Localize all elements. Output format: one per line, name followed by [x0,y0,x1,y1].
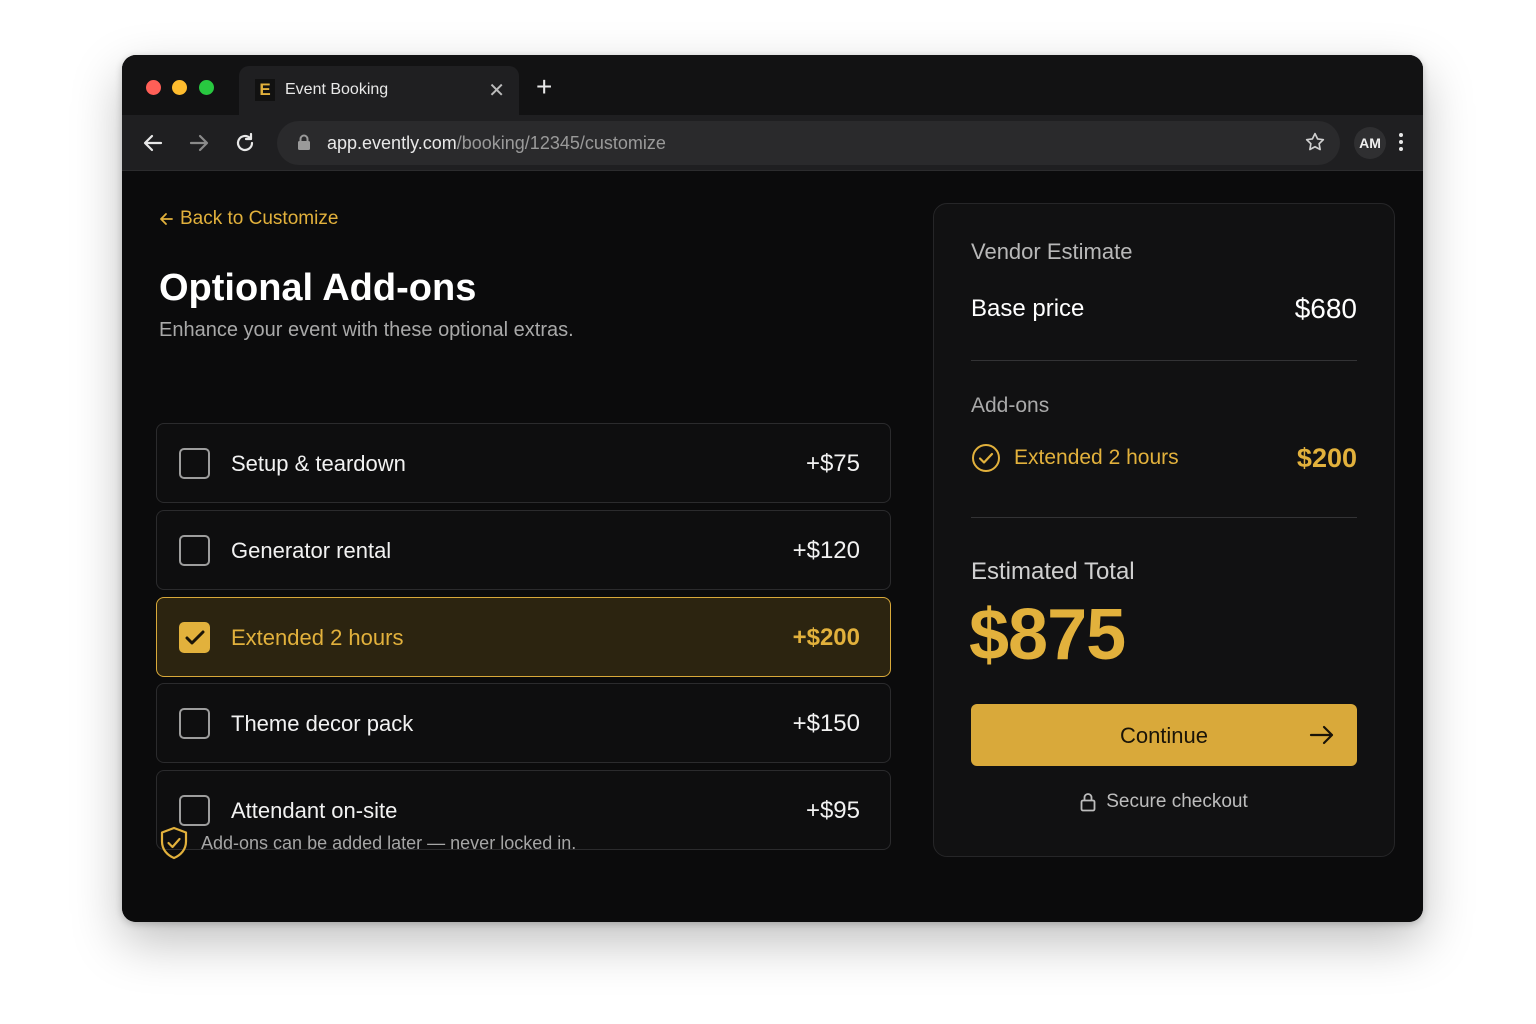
page-title: Optional Add-ons [159,267,477,309]
browser-tab[interactable]: E Event Booking ✕ [239,66,519,115]
addons-note: Add-ons can be added later — never locke… [159,826,576,860]
addon-price: +$150 [792,710,860,737]
selected-addon-label: Extended 2 hours [1014,446,1179,469]
selected-addon-value: $200 [1296,443,1357,473]
reload-icon[interactable] [231,129,259,157]
addon-option-extended-hours[interactable]: Extended 2 hours +$200 [156,597,891,677]
addon-label: Extended 2 hours [231,625,404,650]
back-link-label: Back to Customize [180,208,339,229]
url-text: app.evently.com/booking/12345/customize [327,133,666,154]
url-path: /booking/12345/customize [456,133,666,153]
addon-checkbox[interactable] [179,535,210,566]
addon-checkbox[interactable] [179,448,210,479]
profile-avatar[interactable]: AM [1354,127,1386,159]
addon-label: Generator rental [231,538,392,563]
page-subtitle: Enhance your event with these optional e… [159,319,574,341]
estimated-total-value: $875 [969,595,1126,675]
continue-button[interactable]: Continue [971,704,1357,766]
secure-checkout: Secure checkout [934,791,1394,813]
back-arrow-icon [160,213,173,225]
page-content: Back to Customize Optional Add-ons Enhan… [122,171,1423,922]
close-tab-icon[interactable]: ✕ [488,78,505,103]
continue-label: Continue [1119,723,1209,748]
new-tab-button[interactable]: + [536,73,552,101]
address-bar[interactable]: app.evently.com/booking/12345/customize [277,121,1340,165]
addon-checkbox[interactable] [179,708,210,739]
lock-icon [297,134,311,156]
addon-price: +$200 [792,624,860,651]
minimize-window-button[interactable] [172,80,187,95]
addon-checkbox-checked[interactable] [179,622,210,653]
divider [971,517,1357,518]
divider [971,360,1357,361]
check-circle-icon [972,444,1000,472]
note-text: Add-ons can be added later — never locke… [201,832,577,853]
addon-checkbox[interactable] [179,795,210,826]
addon-option-theme-decor[interactable]: Theme decor pack +$150 [156,683,891,763]
addon-price: +$120 [792,537,860,564]
browser-toolbar: app.evently.com/booking/12345/customize … [122,115,1423,171]
shield-check-icon [160,826,188,860]
estimated-total-label: Estimated Total [971,558,1135,585]
back-arrow-icon[interactable] [139,129,167,157]
selected-addon-row: Extended 2 hours $200 [971,442,1357,476]
addon-label: Theme decor pack [231,711,414,736]
addons-heading: Add-ons [971,394,1050,417]
checkmark-icon [185,630,205,645]
addon-option-generator-rental[interactable]: Generator rental +$120 [156,510,891,590]
addon-option-setup-teardown[interactable]: Setup & teardown +$75 [156,423,891,503]
more-menu-icon[interactable] [1392,131,1410,155]
bookmark-star-icon[interactable] [1304,131,1326,158]
close-window-button[interactable] [146,80,161,95]
tab-title: Event Booking [285,81,389,98]
url-host: app.evently.com [327,133,457,153]
secure-checkout-label: Secure checkout [1106,791,1248,812]
addon-label: Setup & teardown [231,451,406,476]
vendor-estimate-panel: Vendor Estimate Base price $680 Add-ons … [933,203,1395,857]
addon-label: Attendant on-site [231,798,398,823]
addon-price: +$75 [805,450,860,477]
title-bar: E Event Booking ✕ + [122,55,1423,115]
base-price-label: Base price [971,295,1085,322]
estimate-heading: Vendor Estimate [971,239,1133,264]
favicon-icon: E [255,79,275,101]
arrow-right-icon [1309,725,1334,745]
padlock-icon [1080,793,1096,812]
addon-price: +$95 [805,797,860,824]
base-price-value: $680 [1294,293,1357,324]
back-to-customize-link[interactable]: Back to Customize [158,208,338,230]
browser-window: E Event Booking ✕ + app.evently.com/book… [122,55,1423,922]
forward-arrow-icon[interactable] [185,129,213,157]
maximize-window-button[interactable] [199,80,214,95]
